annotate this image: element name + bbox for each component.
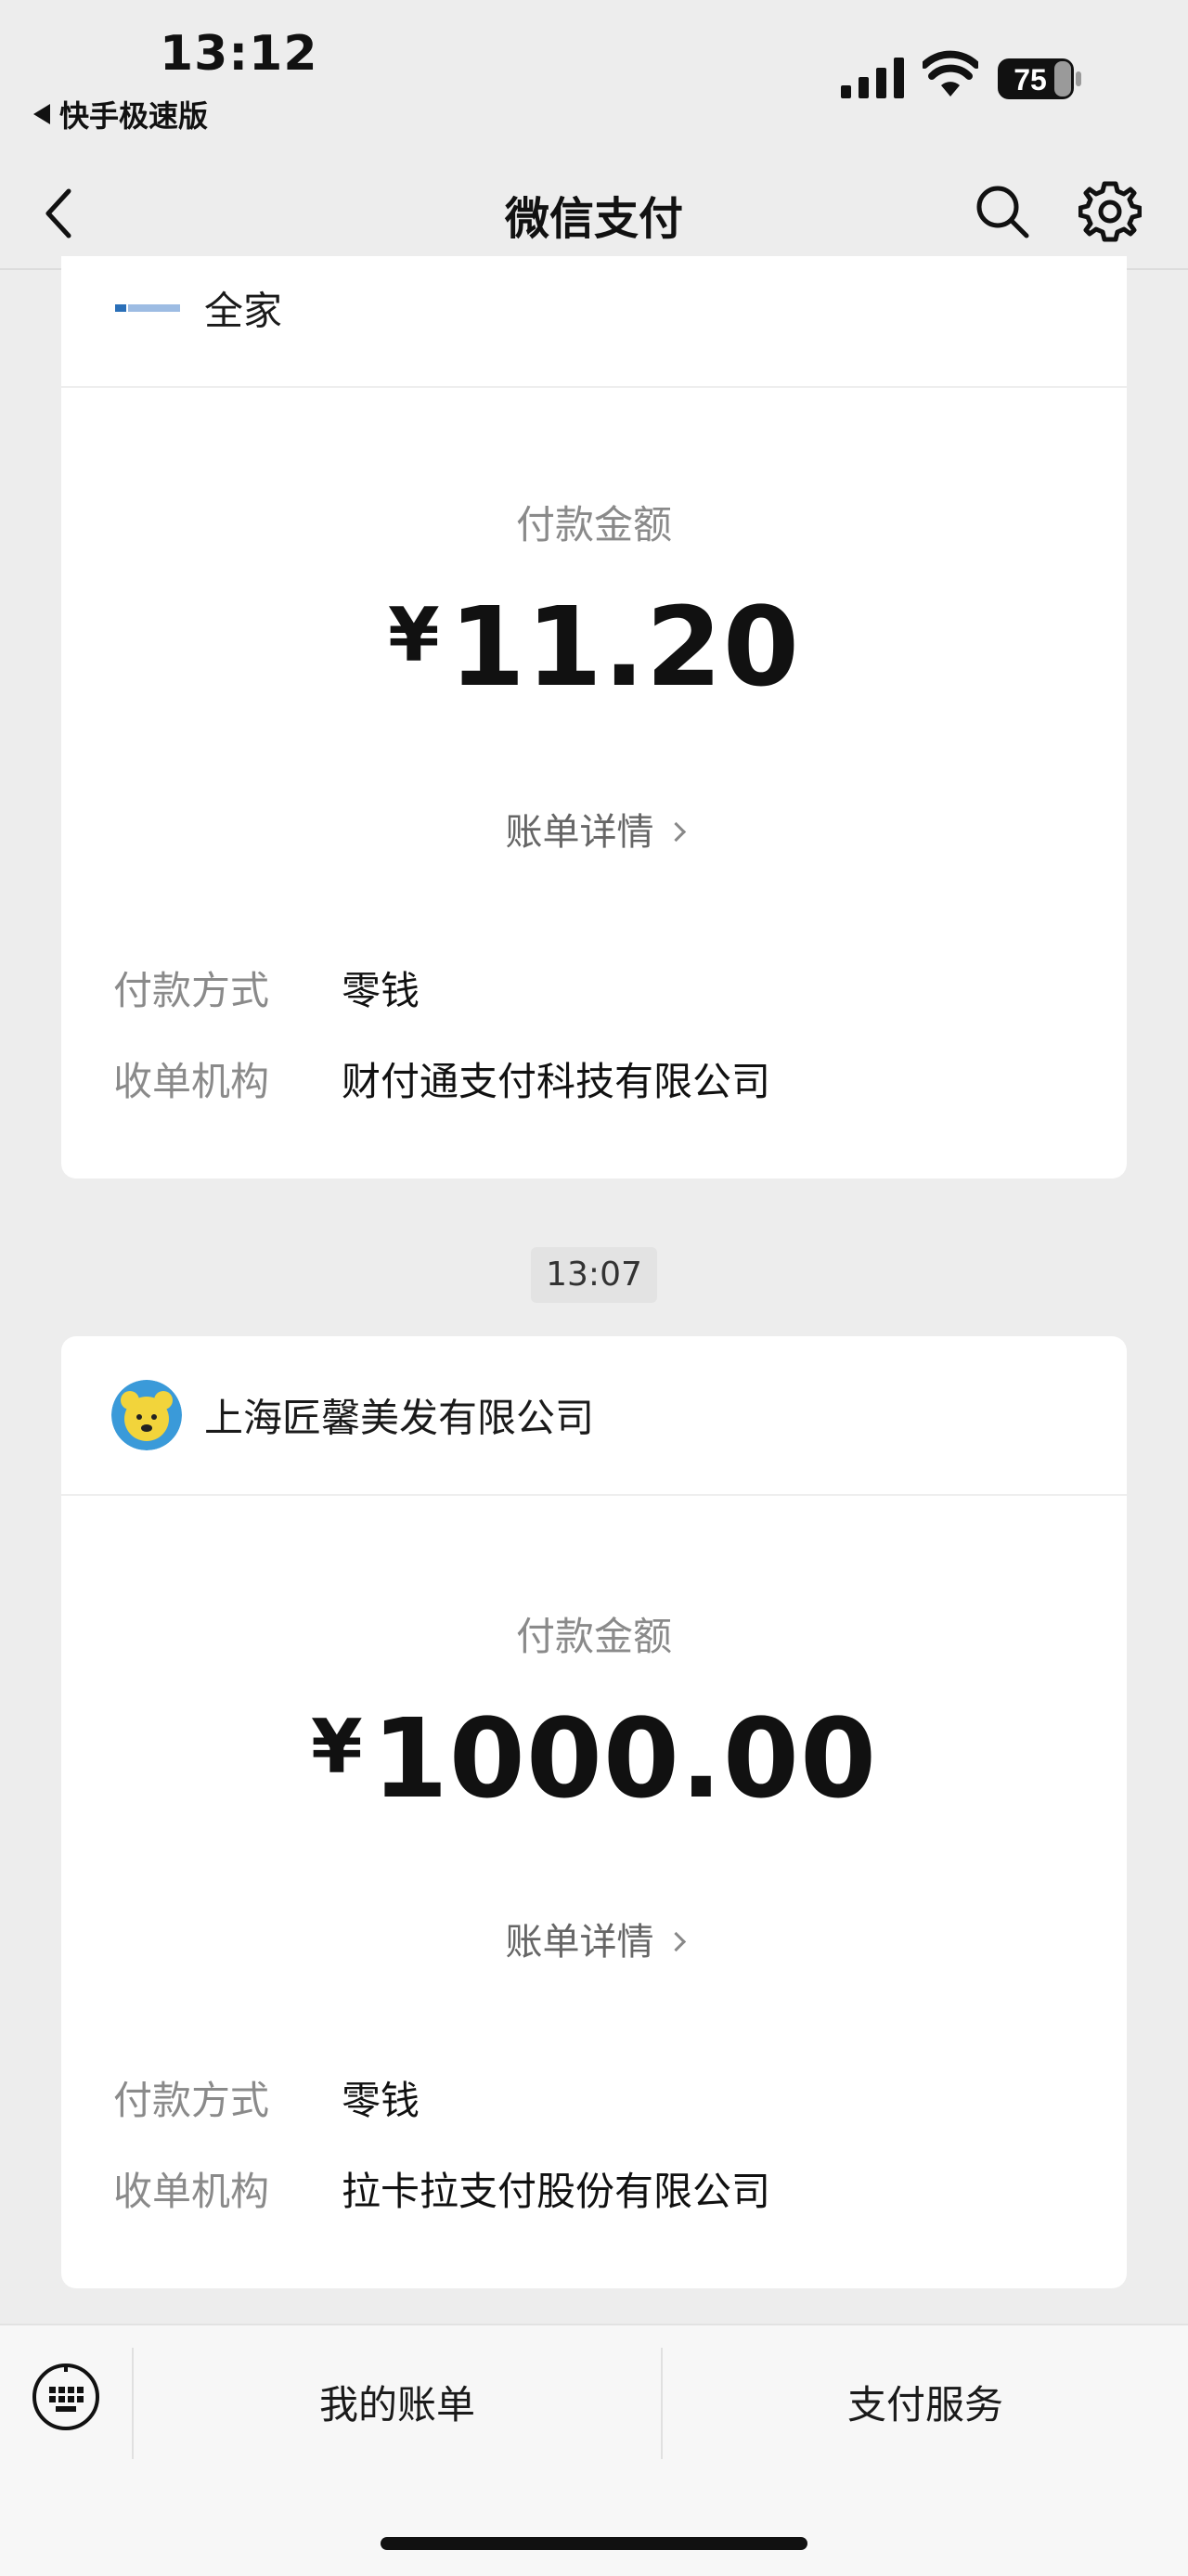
row-value: 零钱 [342,2078,420,2123]
merchant-header[interactable]: 全家 [61,256,1127,373]
amount-label: 付款金额 [515,1614,672,1659]
tab-my-bills[interactable]: 我的账单 [134,2374,661,2430]
wifi-icon [923,50,978,97]
acquirer-row: 收单机构 拉卡拉支付股份有限公司 [113,2160,770,2217]
merchant-avatar [111,1380,182,1450]
bill-detail-label: 账单详情 [505,811,654,854]
payment-card[interactable]: 上海匠馨美发有限公司 付款金额 ¥1000.00 账单详情 付款方式 零钱 收单机… [61,1336,1127,2288]
merchant-name: 全家 [204,288,283,334]
row-value: 零钱 [342,968,420,1013]
amount-value: ¥1000.00 [61,1694,1127,1823]
cellular-signal-icon [841,58,904,98]
amount-label: 付款金额 [515,502,672,547]
chevron-right-icon [665,821,686,843]
bill-detail-label: 账单详情 [505,1921,654,1964]
gear-icon[interactable] [1078,180,1142,243]
battery-icon: 75 [998,58,1081,99]
merchant-divider [61,1494,1127,1496]
chevron-right-icon [665,1931,686,1952]
home-indicator[interactable] [381,2537,807,2550]
payment-method-row: 付款方式 零钱 [113,2069,420,2126]
search-icon[interactable] [973,182,1032,241]
acquirer-row: 收单机构 财付通支付科技有限公司 [113,1050,770,1107]
row-value: 财付通支付科技有限公司 [342,1059,771,1104]
bottom-bar: 我的账单 支付服务 [0,2324,1188,2576]
back-to-app-link[interactable]: 快手极速版 [33,93,208,135]
payment-method-row: 付款方式 零钱 [113,960,420,1016]
battery-level: 75 [1014,63,1047,97]
row-key: 付款方式 [113,968,270,1013]
keyboard-icon[interactable] [32,2363,100,2431]
familymart-logo [115,304,180,312]
payment-card[interactable]: 全家 付款金额 ¥11.20 账单详情 付款方式 零钱 收单机构 财付通支付科技有限… [61,256,1127,1179]
back-triangle-icon [33,104,50,124]
status-time: 13:12 [160,26,318,82]
tab-payment-services[interactable]: 支付服务 [663,2374,1188,2430]
row-key: 收单机构 [113,1059,270,1104]
back-app-label: 快手极速版 [59,98,209,134]
nav-bar: 微信支付 [0,158,1188,269]
merchant-header[interactable]: 上海匠馨美发有限公司 [61,1336,1127,1494]
row-key: 付款方式 [113,2078,270,2123]
merchant-name: 上海匠馨美发有限公司 [204,1395,595,1441]
bill-detail-link[interactable]: 账单详情 [61,1912,1127,1965]
row-value: 拉卡拉支付股份有限公司 [342,2169,771,2214]
row-key: 收单机构 [113,2169,270,2214]
merchant-divider [61,386,1127,388]
bill-detail-link[interactable]: 账单详情 [61,802,1127,856]
currency-symbol: ¥ [310,1704,363,1790]
message-time: 13:07 [531,1247,657,1303]
currency-symbol: ¥ [388,592,440,678]
amount-number: 1000.00 [371,1694,878,1823]
amount-number: 11.20 [448,583,800,711]
amount-value: ¥11.20 [61,583,1127,711]
status-bar: 13:12 快手极速版 75 [0,0,1188,158]
